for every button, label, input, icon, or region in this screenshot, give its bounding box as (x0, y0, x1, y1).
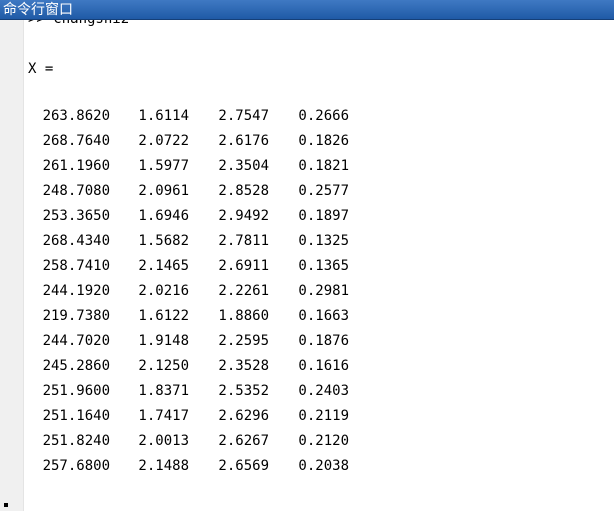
matrix-cell: 1.5682 (138, 233, 189, 249)
matrix-cell: 0.1365 (298, 258, 349, 274)
matrix-cell: 2.0013 (138, 433, 189, 449)
matrix-cell: 2.8528 (218, 183, 269, 199)
matrix-cell: 2.5352 (218, 383, 269, 399)
matrix-cell: 1.8860 (218, 308, 269, 324)
matrix-cell: 2.9492 (218, 208, 269, 224)
console-output[interactable]: >> changshi2 X = 263.8620 1.6114 2.7547 0.2… (24, 20, 614, 511)
matrix-cell: 2.0216 (138, 283, 189, 299)
matrix-cell: 244.1920 (42, 283, 110, 299)
matrix-cell: 248.7080 (42, 183, 110, 199)
matrix-cell: 0.2120 (298, 433, 349, 449)
matrix-cell: 268.7640 (42, 133, 110, 149)
window-title: 命令行窗口 (3, 2, 73, 18)
command-line: >> changshi2 (28, 20, 129, 28)
matrix-cell: 2.3504 (218, 158, 269, 174)
matrix-cell: 244.7020 (42, 333, 110, 349)
matrix-cell: 261.1960 (42, 158, 110, 174)
matrix-cell: 0.2038 (298, 458, 349, 474)
matrix-cell: 2.7547 (218, 108, 269, 124)
matrix-cell: 253.3650 (42, 208, 110, 224)
matrix-cell: 2.6267 (218, 433, 269, 449)
matrix-cell: 268.4340 (42, 233, 110, 249)
matrix-cell: 2.6569 (218, 458, 269, 474)
matrix-cell: 2.1250 (138, 358, 189, 374)
matrix-cell: 2.3528 (218, 358, 269, 374)
matrix-cell: 219.7380 (42, 308, 110, 324)
matrix-cell: 1.9148 (138, 333, 189, 349)
matrix-cell: 257.6800 (42, 458, 110, 474)
matrix-cell: 0.1663 (298, 308, 349, 324)
matrix-cell: 1.6114 (138, 108, 189, 124)
matrix-cell: 2.7811 (218, 233, 269, 249)
matrix-cell: 1.7417 (138, 408, 189, 424)
matrix-cell: 2.6176 (218, 133, 269, 149)
matrix-cell: 0.2666 (298, 108, 349, 124)
matrix-cell: 0.2981 (298, 283, 349, 299)
matrix-cell: 251.9600 (42, 383, 110, 399)
matrix-cell: 0.1616 (298, 358, 349, 374)
matrix-cell: 1.8371 (138, 383, 189, 399)
matrix-cell: 251.8240 (42, 433, 110, 449)
matrix-cell: 0.1325 (298, 233, 349, 249)
matrix-cell: 2.2261 (218, 283, 269, 299)
matrix-cell: 258.7410 (42, 258, 110, 274)
matrix-cell: 2.6911 (218, 258, 269, 274)
command-window: 命令行窗口 >> changshi2 X = 263.8620 1.6114 2.7… (0, 0, 614, 511)
matrix-cell: 0.1821 (298, 158, 349, 174)
matrix-cell: 1.6122 (138, 308, 189, 324)
left-gutter (0, 20, 24, 511)
matrix-cell: 251.1640 (42, 408, 110, 424)
matrix-cell: 1.6946 (138, 208, 189, 224)
matrix-cell: 2.0722 (138, 133, 189, 149)
matrix-cell: 2.1465 (138, 258, 189, 274)
matrix-cell: 0.2577 (298, 183, 349, 199)
matrix-cell: 0.2119 (298, 408, 349, 424)
matrix-cell: 245.2860 (42, 358, 110, 374)
matrix-cell: 0.2403 (298, 383, 349, 399)
matrix-cell: 1.5977 (138, 158, 189, 174)
command-window-titlebar[interactable]: 命令行窗口 (0, 0, 614, 20)
prompt-marker (4, 503, 8, 507)
matrix-cell: 0.1897 (298, 208, 349, 224)
matrix-cell: 2.0961 (138, 183, 189, 199)
matrix-cell: 2.1488 (138, 458, 189, 474)
matrix-cell: 2.2595 (218, 333, 269, 349)
matrix-cell: 0.1826 (298, 133, 349, 149)
variable-label: X = (28, 61, 54, 77)
matrix-cell: 263.8620 (42, 108, 110, 124)
matrix-cell: 0.1876 (298, 333, 349, 349)
matrix-cell: 2.6296 (218, 408, 269, 424)
